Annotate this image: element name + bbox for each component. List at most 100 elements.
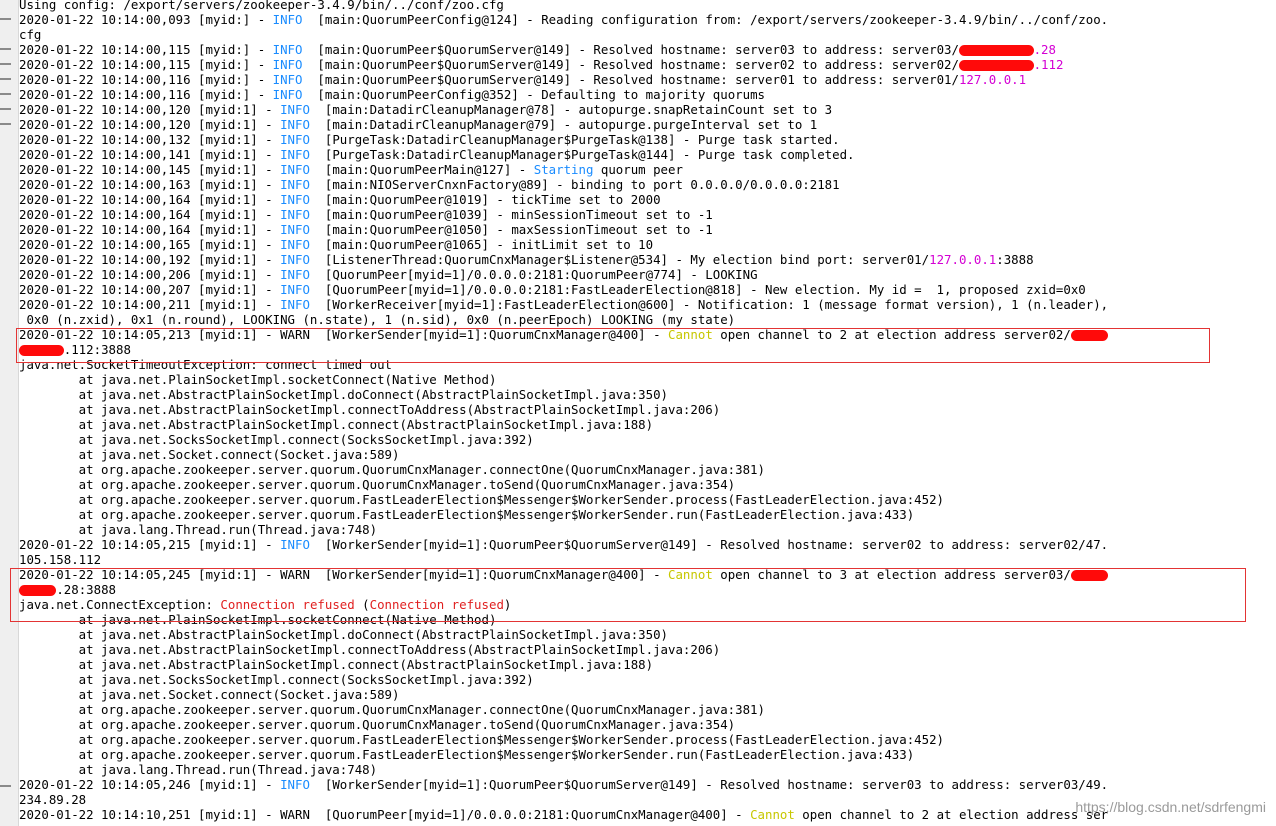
log-highlight: INFO: [280, 222, 310, 237]
log-text: [WorkerSender[myid=1]:QuorumPeer$QuorumS…: [309, 777, 1109, 792]
log-highlight: Connection refused: [220, 597, 355, 612]
log-text: [main:DatadirCleanupManager@79] - autopu…: [309, 117, 818, 132]
log-text: [PurgeTask:DatadirCleanupManager$PurgeTa…: [309, 132, 840, 147]
log-text: Using config: /export/servers/zookeeper-…: [19, 0, 504, 12]
redaction-mark: xxxxxx: [19, 345, 64, 356]
log-text: 2020-01-22 10:14:00,116 [myid:] -: [19, 72, 273, 87]
log-text: 2020-01-22 10:14:00,164 [myid:1] -: [19, 222, 281, 237]
log-highlight: INFO: [272, 42, 303, 57]
log-text: 2020-01-22 10:14:00,164 [myid:1] -: [19, 192, 281, 207]
log-text: at org.apache.zookeeper.server.quorum.Fa…: [19, 732, 945, 747]
redaction-mark: xxxxx: [1070, 570, 1109, 581]
log-text: at java.net.AbstractPlainSocketImpl.conn…: [19, 402, 721, 417]
log-line: at org.apache.zookeeper.server.quorum.Qu…: [19, 477, 1269, 492]
log-line: at java.net.SocksSocketImpl.connect(Sock…: [19, 432, 1269, 447]
log-highlight: 127.0.0.1: [958, 72, 1027, 87]
log-highlight: INFO: [280, 267, 310, 282]
log-text: at java.net.AbstractPlainSocketImpl.conn…: [19, 657, 654, 672]
log-line: at java.net.AbstractPlainSocketImpl.conn…: [19, 402, 1269, 417]
log-text: .112:3888: [63, 342, 131, 357]
log-text: [WorkerSender[myid=1]:QuorumPeer$QuorumS…: [309, 537, 1109, 552]
log-highlight: INFO: [272, 12, 303, 27]
log-text: 2020-01-22 10:14:00,211 [myid:1] -: [19, 297, 281, 312]
log-line: Using config: /export/servers/zookeeper-…: [19, 0, 1269, 12]
log-text: open channel to 2 at election address se…: [794, 807, 1109, 822]
log-text: at java.net.AbstractPlainSocketImpl.doCo…: [19, 387, 669, 402]
log-text: [main:QuorumPeerConfig@352] - Defaulting…: [302, 87, 765, 102]
log-text: 2020-01-22 10:14:00,093 [myid:] -: [19, 12, 273, 27]
log-text: 2020-01-22 10:14:00,164 [myid:1] -: [19, 207, 281, 222]
log-highlight: INFO: [280, 162, 310, 177]
log-line: 2020-01-22 10:14:00,116 [myid:] - INFO […: [19, 87, 1269, 102]
log-text: 2020-01-22 10:14:00,120 [myid:1] -: [19, 117, 281, 132]
terminal-gutter: [0, 0, 19, 826]
log-highlight: INFO: [280, 207, 310, 222]
log-line: 2020-01-22 10:14:05,213 [myid:1] - WARN …: [19, 327, 1269, 342]
log-line: 2020-01-22 10:14:00,120 [myid:1] - INFO …: [19, 117, 1269, 132]
log-line: at java.net.Socket.connect(Socket.java:5…: [19, 687, 1269, 702]
log-text: at java.net.Socket.connect(Socket.java:5…: [19, 447, 400, 462]
log-text: [WorkerReceiver[myid=1]:FastLeaderElecti…: [309, 297, 1109, 312]
log-text: [QuorumPeer[myid=1]/0.0.0.0:2181:FastLea…: [309, 282, 1086, 297]
log-highlight: INFO: [280, 777, 310, 792]
log-text: at java.net.AbstractPlainSocketImpl.conn…: [19, 642, 721, 657]
log-text: at java.net.AbstractPlainSocketImpl.doCo…: [19, 627, 669, 642]
redaction-mark: xxxxxxxxxx: [958, 60, 1034, 71]
log-text: quorum peer: [593, 162, 683, 177]
log-highlight: INFO: [280, 252, 310, 267]
log-text: [main:QuorumPeer$QuorumServer@149] - Res…: [302, 72, 959, 87]
redaction-mark: xxxxxxxxxx: [958, 45, 1034, 56]
log-text: 2020-01-22 10:14:05,215 [myid:1] -: [19, 537, 281, 552]
log-line: 2020-01-22 10:14:00,115 [myid:] - INFO […: [19, 57, 1269, 72]
log-text: at org.apache.zookeeper.server.quorum.Fa…: [19, 507, 915, 522]
log-line: 2020-01-22 10:14:00,132 [myid:1] - INFO …: [19, 132, 1269, 147]
log-text: 2020-01-22 10:14:00,207 [myid:1] -: [19, 282, 281, 297]
log-text: .28:3888: [56, 582, 116, 597]
log-text: 2020-01-22 10:14:00,165 [myid:1] -: [19, 237, 281, 252]
log-highlight: INFO: [280, 177, 310, 192]
log-line: at java.lang.Thread.run(Thread.java:748): [19, 522, 1269, 537]
log-text: java.net.ConnectException:: [19, 597, 221, 612]
log-line: at java.net.AbstractPlainSocketImpl.doCo…: [19, 627, 1269, 642]
log-line: 105.158.112: [19, 552, 1269, 567]
log-line: at org.apache.zookeeper.server.quorum.Qu…: [19, 717, 1269, 732]
gutter-marker: [0, 18, 11, 20]
log-line: at org.apache.zookeeper.server.quorum.Fa…: [19, 732, 1269, 747]
log-line: 2020-01-22 10:14:00,093 [myid:] - INFO […: [19, 12, 1269, 27]
log-text: 2020-01-22 10:14:00,115 [myid:] -: [19, 42, 273, 57]
terminal-output[interactable]: Using config: /export/servers/zookeeper-…: [19, 0, 1269, 822]
log-text: 2020-01-22 10:14:00,206 [myid:1] -: [19, 267, 281, 282]
log-text: [main:QuorumPeer$QuorumServer@149] - Res…: [302, 42, 959, 57]
log-line: at java.lang.Thread.run(Thread.java:748): [19, 762, 1269, 777]
log-text: at java.lang.Thread.run(Thread.java:748): [19, 522, 378, 537]
log-text: at org.apache.zookeeper.server.quorum.Qu…: [19, 477, 736, 492]
log-text: (: [354, 597, 370, 612]
log-text: [main:QuorumPeer@1065] - initLimit set t…: [309, 237, 654, 252]
log-line: cfg: [19, 27, 1269, 42]
log-highlight: INFO: [272, 57, 303, 72]
log-line: 2020-01-22 10:14:00,207 [myid:1] - INFO …: [19, 282, 1269, 297]
log-text: 2020-01-22 10:14:05,213 [myid:1] - WARN …: [19, 327, 669, 342]
log-text: ): [503, 597, 512, 612]
log-highlight: 127.0.0.1: [929, 252, 997, 267]
watermark-text: https://blog.csdn.net/sdrfengmi: [1075, 799, 1266, 815]
log-line: 2020-01-22 10:14:00,116 [myid:] - INFO […: [19, 72, 1269, 87]
log-text: 0x0 (n.zxid), 0x1 (n.round), LOOKING (n.…: [19, 312, 736, 327]
gutter-marker: [0, 123, 11, 125]
log-line: 2020-01-22 10:14:05,246 [myid:1] - INFO …: [19, 777, 1269, 792]
log-line: 0x0 (n.zxid), 0x1 (n.round), LOOKING (n.…: [19, 312, 1269, 327]
log-text: open channel to 3 at election address se…: [712, 567, 1071, 582]
log-line: 2020-01-22 10:14:00,120 [myid:1] - INFO …: [19, 102, 1269, 117]
gutter-marker: [0, 48, 11, 50]
log-line: 2020-01-22 10:14:00,211 [myid:1] - INFO …: [19, 297, 1269, 312]
log-line: java.net.ConnectException: Connection re…: [19, 597, 1269, 612]
log-line: 2020-01-22 10:14:00,163 [myid:1] - INFO …: [19, 177, 1269, 192]
log-text: at org.apache.zookeeper.server.quorum.Qu…: [19, 462, 765, 477]
redaction-mark: xxxxx: [19, 585, 57, 596]
log-line: at org.apache.zookeeper.server.quorum.Fa…: [19, 747, 1269, 762]
log-text: at java.net.SocksSocketImpl.connect(Sock…: [19, 432, 534, 447]
log-text: at java.net.PlainSocketImpl.socketConnec…: [19, 612, 497, 627]
log-text: at org.apache.zookeeper.server.quorum.Fa…: [19, 492, 945, 507]
log-line: 2020-01-22 10:14:00,141 [myid:1] - INFO …: [19, 147, 1269, 162]
log-text: 2020-01-22 10:14:00,141 [myid:1] -: [19, 147, 281, 162]
